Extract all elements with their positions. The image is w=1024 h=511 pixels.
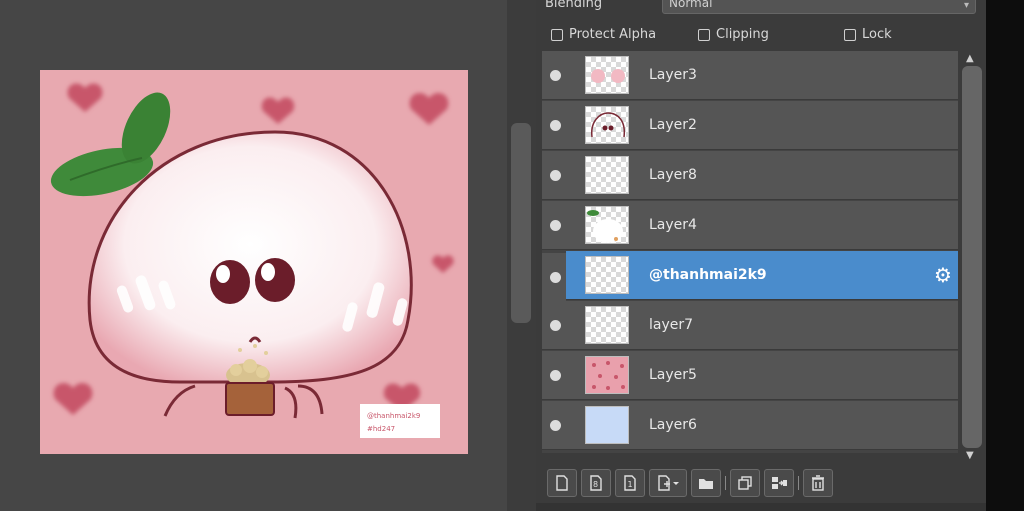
clipping-option[interactable]: Clipping <box>698 27 769 42</box>
layer-thumbnail <box>585 106 629 144</box>
layer-toolbar: 8 1 <box>542 463 986 503</box>
new-1bit-layer-icon: 1 <box>624 475 636 491</box>
layer-name: Layer2 <box>649 117 697 133</box>
duplicate-layer-icon <box>738 476 752 490</box>
protect-alpha-checkbox[interactable] <box>551 28 563 41</box>
layer-row[interactable]: Layer5 <box>542 351 958 400</box>
chevron-down-icon: ▾ <box>963 0 969 11</box>
blending-label: Blending <box>545 0 603 11</box>
layer-list-scrollbar[interactable]: ▲ ▼ <box>960 51 984 462</box>
layer-row[interactable]: Layer6 <box>542 401 958 450</box>
new-1bit-layer-button[interactable]: 1 <box>615 469 645 497</box>
layer-name: Layer5 <box>649 367 697 383</box>
layer-row-selected[interactable]: @thanhmai2k9 ⚙ <box>566 251 958 300</box>
visibility-toggle[interactable] <box>550 272 561 283</box>
delete-layer-button[interactable] <box>803 469 833 497</box>
clipping-checkbox[interactable] <box>698 28 710 41</box>
merge-layer-icon <box>772 477 787 489</box>
blending-mode-select[interactable]: Normal ▾ <box>662 0 976 14</box>
delete-layer-icon <box>812 475 824 491</box>
layer-name: Layer8 <box>649 167 697 183</box>
layer-thumbnail <box>585 56 629 94</box>
protect-alpha-option[interactable]: Protect Alpha <box>551 27 656 42</box>
app-window: @thanhmai2k9 #hd247 Blending Normal ▾ Pr… <box>0 0 1024 511</box>
new-folder-button[interactable] <box>691 469 721 497</box>
visibility-toggle[interactable] <box>550 120 561 131</box>
blending-mode-value: Normal <box>669 0 713 10</box>
new-layer-icon <box>556 475 568 491</box>
lock-label: Lock <box>862 27 892 42</box>
layer-thumbnail <box>585 206 629 244</box>
scroll-down-icon[interactable]: ▼ <box>966 450 974 461</box>
visibility-toggle[interactable] <box>550 220 561 231</box>
lock-checkbox[interactable] <box>844 28 856 41</box>
artwork-canvas[interactable]: @thanhmai2k9 #hd247 <box>40 70 468 454</box>
layer-thumbnail <box>585 256 629 294</box>
duplicate-layer-button[interactable] <box>730 469 760 497</box>
layer-row[interactable]: Layer3 <box>542 51 958 100</box>
folder-icon <box>699 479 713 489</box>
add-layer-menu-icon <box>658 475 679 491</box>
layer-name: @thanhmai2k9 <box>649 267 767 283</box>
visibility-toggle[interactable] <box>550 370 561 381</box>
layer-row[interactable]: Layer2 <box>542 101 958 150</box>
clipping-label: Clipping <box>716 27 769 42</box>
layer-name: Layer6 <box>649 417 697 433</box>
visibility-toggle[interactable] <box>550 170 561 181</box>
layer-thumbnail <box>585 406 629 444</box>
layer-thumbnail <box>585 356 629 394</box>
layer-thumbnail <box>585 156 629 194</box>
lock-option[interactable]: Lock <box>844 27 892 42</box>
toolbar-separator <box>798 476 799 490</box>
scrollbar-thumb[interactable] <box>962 66 982 448</box>
panel-footer <box>536 503 986 511</box>
signature-line2: #hd247 <box>367 425 395 433</box>
layer-thumbnail <box>585 306 629 344</box>
svg-text:8: 8 <box>593 480 598 489</box>
new-layer-button[interactable] <box>547 469 577 497</box>
scroll-up-icon[interactable]: ▲ <box>966 53 974 64</box>
gear-icon[interactable]: ⚙ <box>932 264 954 286</box>
merge-layer-button[interactable] <box>764 469 794 497</box>
protect-alpha-label: Protect Alpha <box>569 27 657 42</box>
layer-row[interactable]: Layer4 <box>542 201 958 250</box>
new-8bit-layer-button[interactable]: 8 <box>581 469 611 497</box>
new-8bit-layer-icon: 8 <box>590 475 602 491</box>
layer-list: Layer3 Layer2 Layer8 Layer4 @thanhmai2k9… <box>542 51 958 453</box>
signature-line1: @thanhmai2k9 <box>367 412 420 420</box>
layer-name: Layer4 <box>649 217 697 233</box>
layer-row[interactable]: layer7 <box>542 301 958 350</box>
layer-name: Layer3 <box>649 67 697 83</box>
visibility-toggle[interactable] <box>550 320 561 331</box>
visibility-toggle[interactable] <box>550 420 561 431</box>
toolbar-separator <box>725 476 726 490</box>
selected-layer-visibility-cell[interactable] <box>542 253 566 302</box>
window-edge <box>986 0 1024 511</box>
splitter-handle[interactable] <box>511 123 531 323</box>
layer-row[interactable]: Layer8 <box>542 151 958 200</box>
svg-text:1: 1 <box>628 480 633 489</box>
add-layer-menu-button[interactable] <box>649 469 687 497</box>
layer-name: layer7 <box>649 317 694 333</box>
visibility-toggle[interactable] <box>550 70 561 81</box>
canvas-workspace[interactable]: @thanhmai2k9 #hd247 <box>0 0 507 511</box>
